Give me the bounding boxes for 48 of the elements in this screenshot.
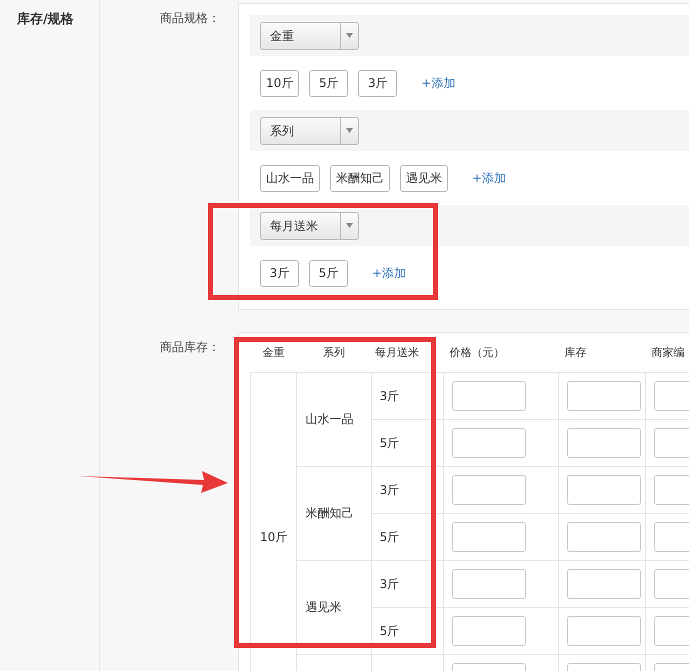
input-field[interactable]	[452, 381, 526, 411]
table-cell: 5斤	[380, 436, 400, 450]
input-field[interactable]	[567, 616, 642, 646]
input-field[interactable]	[567, 475, 642, 505]
caret-icon	[346, 33, 353, 38]
table-cell: 5斤	[380, 624, 400, 638]
table-cell: 山水一品	[305, 412, 354, 426]
table-cell: 米酬知己	[305, 506, 354, 520]
input-field[interactable]	[452, 616, 526, 646]
input-field[interactable]	[567, 569, 642, 599]
spec-dropdown[interactable]: 金重	[260, 22, 359, 50]
add-link[interactable]: +添加	[421, 74, 456, 92]
input-field[interactable]	[567, 381, 642, 411]
caret-icon	[346, 223, 353, 228]
input-field[interactable]	[452, 475, 526, 505]
table-cell: 3斤	[380, 576, 400, 590]
add-link[interactable]: +添加	[372, 264, 406, 282]
input-field[interactable]	[567, 522, 642, 552]
input-field[interactable]	[567, 428, 642, 458]
spec-value-tag[interactable]: 5斤	[309, 260, 348, 286]
input-field[interactable]	[452, 522, 526, 552]
column-header: 库存	[564, 346, 587, 359]
spec-value-tag[interactable]: 10斤	[260, 70, 300, 96]
spec-value-tag[interactable]: 米酬知己	[330, 164, 390, 192]
spec-dropdown[interactable]: 每月送米	[260, 212, 359, 240]
spec-value-tag[interactable]: 3斤	[358, 70, 398, 96]
column-header: 系列	[323, 346, 345, 359]
table-cell: 遇见米	[305, 600, 342, 614]
spec-value-tag[interactable]: 山水一品	[260, 164, 320, 192]
column-header: 价格（元）	[449, 346, 504, 359]
table-cell: 5斤	[380, 530, 400, 544]
spec-value-tag[interactable]: 遇见米	[400, 164, 448, 192]
table-cell: 10斤	[260, 530, 288, 544]
input-field[interactable]	[452, 569, 526, 599]
spec-value-tag[interactable]: 3斤	[260, 260, 299, 286]
section-title: 库存/规格	[17, 10, 75, 28]
column-header: 金重	[262, 346, 285, 359]
caret-icon	[346, 128, 353, 133]
field-label: 商品库存：	[160, 340, 220, 354]
column-header: 商家编	[651, 346, 684, 359]
column-header: 每月送米	[375, 346, 420, 359]
table-cell: 3斤	[380, 482, 400, 496]
table-cell: 3斤	[380, 388, 400, 402]
input-field[interactable]	[452, 428, 526, 458]
spec-value-tag[interactable]: 5斤	[309, 70, 348, 96]
field-label: 商品规格：	[160, 11, 220, 25]
add-link[interactable]: +添加	[472, 170, 506, 186]
spec-dropdown[interactable]: 系列	[260, 116, 359, 144]
